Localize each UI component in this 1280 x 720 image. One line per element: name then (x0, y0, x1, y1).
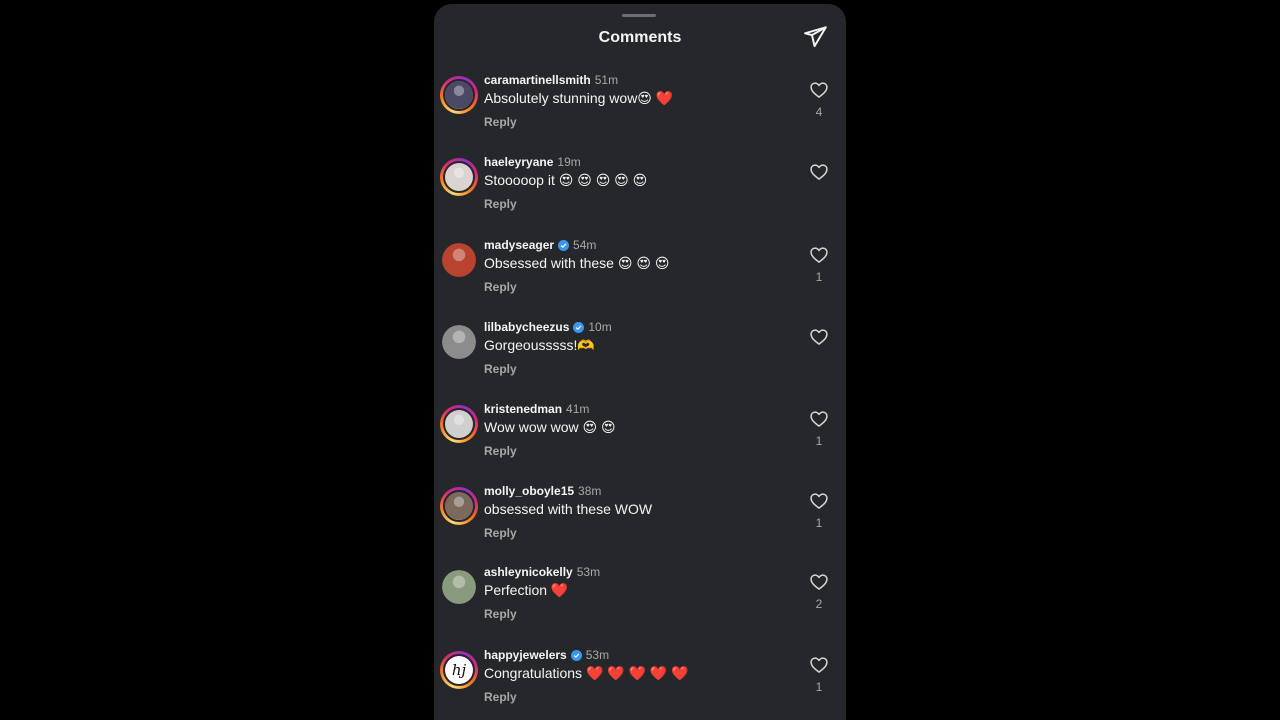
comment-item: caramartinellsmith 51m Absolutely stunnin… (434, 70, 846, 152)
comment-item: madyseager 54m Obsessed with these 😍 😍 😍 … (434, 235, 846, 317)
like-button[interactable] (809, 80, 829, 100)
reply-button[interactable]: Reply (484, 690, 517, 704)
avatar-image (442, 243, 476, 277)
username[interactable]: molly_oboyle15 (484, 484, 574, 498)
timestamp: 10m (588, 320, 612, 334)
like-button[interactable] (809, 162, 829, 182)
comments-sheet: Comments caramartinellsmith 51m Absolutel… (434, 4, 846, 720)
comment-text: Absolutely stunning wow😍 ❤️ (484, 90, 674, 106)
heart-icon (810, 574, 828, 590)
reply-button[interactable]: Reply (484, 280, 517, 294)
avatar-image (445, 81, 473, 109)
avatar-image (445, 492, 473, 520)
comment-item: molly_oboyle15 38m obsessed with these WO… (434, 481, 846, 563)
username[interactable]: caramartinellsmith (484, 73, 591, 87)
avatar-image (442, 325, 476, 359)
comment-text: Wow wow wow 😍 😍 (484, 419, 616, 435)
comment-meta: madyseager 54m (484, 237, 596, 253)
verified-badge-icon (573, 321, 585, 333)
comment-meta: happyjewelers 53m (484, 647, 609, 663)
avatar-image (442, 570, 476, 604)
username[interactable]: madyseager (484, 238, 554, 252)
reply-button[interactable]: Reply (484, 115, 517, 129)
reply-button[interactable]: Reply (484, 362, 517, 376)
like-count: 1 (815, 270, 823, 284)
comment-item: hj happyjewelers 53m Congratulations ❤️ ❤… (434, 645, 846, 720)
username[interactable]: kristenedman (484, 402, 562, 416)
username[interactable]: haeleyryane (484, 155, 553, 169)
heart-icon (810, 82, 828, 98)
like-count: 1 (815, 680, 823, 694)
reply-button[interactable]: Reply (484, 526, 517, 540)
comment-item: kristenedman 41m Wow wow wow 😍 😍 Reply 1 (434, 399, 846, 481)
avatar-image: hj (445, 656, 473, 684)
avatar[interactable] (440, 405, 478, 443)
like-button[interactable] (809, 327, 829, 347)
avatar[interactable] (440, 323, 478, 361)
comment-meta: haeleyryane 19m (484, 154, 581, 170)
timestamp: 53m (585, 648, 610, 662)
comment-text: Congratulations ❤️ ❤️ ❤️ ❤️ ❤️ (484, 665, 689, 681)
heart-icon (810, 329, 828, 345)
verified-badge-icon (558, 239, 570, 251)
comment-item: lilbabycheezus 10m Gorgeousssss!🫶 Reply (434, 317, 846, 399)
avatar-image (445, 163, 473, 191)
reply-button[interactable]: Reply (484, 197, 517, 211)
comment-text: obsessed with these WOW (484, 501, 653, 517)
avatar[interactable] (440, 487, 478, 525)
heart-icon (810, 411, 828, 427)
reply-button[interactable]: Reply (484, 607, 517, 621)
heart-icon (810, 493, 828, 509)
username[interactable]: ashleynicokelly (484, 565, 573, 579)
comment-meta: ashleynicokelly 53m (484, 564, 600, 580)
avatar[interactable]: hj (440, 651, 478, 689)
username[interactable]: happyjewelers (484, 648, 567, 662)
timestamp: 51m (594, 73, 619, 87)
like-button[interactable] (809, 245, 829, 265)
comment-text: Stooooop it 😍 😍 😍 😍 😍 (484, 172, 648, 188)
timestamp: 41m (566, 402, 590, 416)
timestamp: 53m (576, 565, 601, 579)
page-title: Comments (598, 29, 682, 46)
comment-meta: caramartinellsmith 51m (484, 72, 618, 88)
avatar[interactable] (440, 76, 478, 114)
like-count: 1 (815, 516, 823, 530)
drag-handle[interactable] (622, 14, 656, 17)
like-button[interactable] (809, 655, 829, 675)
like-count: 4 (815, 105, 823, 119)
username[interactable]: lilbabycheezus (484, 320, 569, 334)
like-button[interactable] (809, 572, 829, 592)
avatar[interactable] (440, 158, 478, 196)
comment-text: Perfection ❤️ (484, 582, 569, 598)
comment-item: ashleynicokelly 53m Perfection ❤️ Reply 2 (434, 562, 846, 644)
comment-text: Obsessed with these 😍 😍 😍 (484, 255, 670, 271)
avatar-image (445, 410, 473, 438)
paper-plane-icon (804, 26, 827, 48)
heart-icon (810, 657, 828, 673)
share-button[interactable] (802, 24, 828, 50)
avatar[interactable] (440, 568, 478, 606)
like-button[interactable] (809, 491, 829, 511)
avatar[interactable] (440, 241, 478, 279)
verified-badge-icon (570, 649, 582, 661)
timestamp: 38m (578, 484, 602, 498)
like-button[interactable] (809, 409, 829, 429)
comment-item: haeleyryane 19m Stooooop it 😍 😍 😍 😍 😍 Rep… (434, 152, 846, 234)
heart-icon (810, 164, 828, 180)
comment-meta: kristenedman 41m (484, 401, 589, 417)
like-count: 2 (815, 597, 823, 611)
heart-icon (810, 247, 828, 263)
comment-meta: lilbabycheezus 10m (484, 319, 612, 335)
timestamp: 19m (557, 155, 581, 169)
reply-button[interactable]: Reply (484, 444, 517, 458)
like-count: 1 (815, 434, 823, 448)
timestamp: 54m (573, 238, 597, 252)
comment-meta: molly_oboyle15 38m (484, 483, 601, 499)
comment-text: Gorgeousssss!🫶 (484, 337, 595, 353)
